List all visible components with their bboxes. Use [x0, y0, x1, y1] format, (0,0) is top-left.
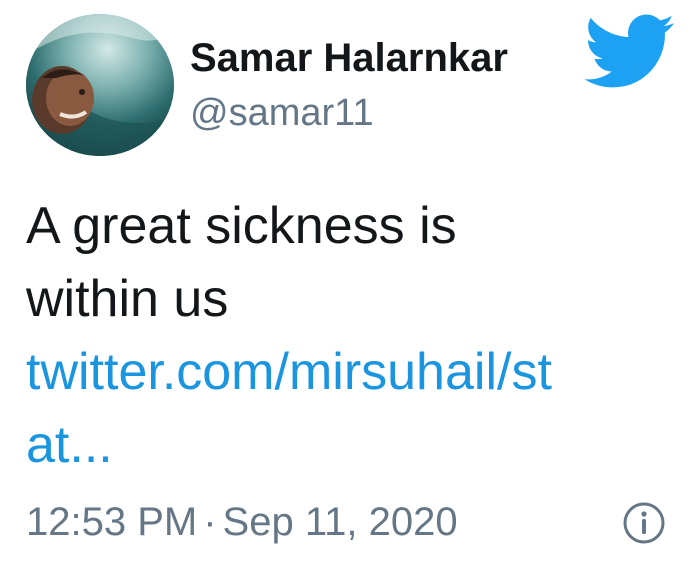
author-name[interactable]: Samar Halarnkar [190, 34, 508, 82]
tweet-text: A great sickness is within us twitter.co… [26, 190, 686, 482]
tweet-text-line: within us [26, 270, 229, 328]
tweet-link-line[interactable]: twitter.com/mirsuhail/st [26, 343, 552, 401]
info-icon[interactable] [622, 501, 666, 545]
tweet-card: Samar Halarnkar @samar11 A great sicknes… [0, 0, 700, 564]
tweet-date[interactable]: Sep 11, 2020 [223, 500, 458, 544]
timestamp-separator: · [203, 500, 217, 544]
author-handle[interactable]: @samar11 [190, 90, 374, 136]
tweet-link-line[interactable]: at... [26, 416, 113, 474]
tweet-link[interactable]: at... [26, 409, 686, 482]
twitter-bird-icon[interactable] [584, 14, 676, 90]
tweet-text-line: A great sickness is [26, 197, 457, 255]
avatar-photo [26, 14, 174, 156]
tweet-time[interactable]: 12:53 PM [26, 500, 197, 544]
tweet-link[interactable]: twitter.com/mirsuhail/st [26, 336, 686, 409]
tweet-timestamp[interactable]: 12:53 PM · Sep 11, 2020 [26, 498, 458, 546]
avatar[interactable] [26, 14, 174, 156]
